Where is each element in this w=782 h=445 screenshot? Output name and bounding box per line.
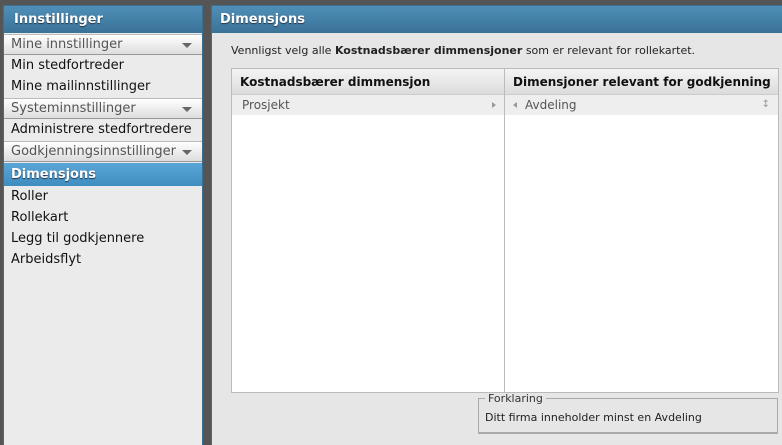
selected-list: Dimensjoner relevant for godkjenning Avd… xyxy=(505,69,778,392)
chevron-down-icon xyxy=(182,150,192,155)
group-label: Systeminnstillinger xyxy=(11,101,136,116)
list-item[interactable]: Avdeling ↕ xyxy=(505,95,778,115)
sidebar-item-roller[interactable]: Roller xyxy=(4,186,202,207)
sidebar-item-arbeidsflyt[interactable]: Arbeidsflyt xyxy=(4,249,202,270)
group-label: Godkjenningsinnstillinger xyxy=(11,144,177,159)
chevron-down-icon xyxy=(182,43,192,48)
sidebar-item-mailinnstillinger[interactable]: Mine mailinnstillinger xyxy=(4,76,202,97)
group-godkjenningsinnstillinger[interactable]: Godkjenningsinnstillinger xyxy=(4,141,202,162)
dimension-picker: Kostnadsbærer dimmensjon Prosjekt Dimens… xyxy=(231,68,779,393)
main-panel: Dimensjons Vennligst velg alle Kostnadsb… xyxy=(211,5,782,445)
sidebar: Innstillinger Mine innstillinger Min ste… xyxy=(3,5,203,445)
sidebar-item-min-stedfortreder[interactable]: Min stedfortreder xyxy=(4,55,202,76)
arrow-right-icon xyxy=(492,102,496,108)
group-systeminnstillinger[interactable]: Systeminnstillinger xyxy=(4,98,202,119)
intro-bold: Kostnadsbærer dimmensjoner xyxy=(334,44,523,57)
intro-text: Vennligst velg alle Kostnadsbærer dimmen… xyxy=(231,44,695,57)
sidebar-item-legg-til-godkjennere[interactable]: Legg til godkjennere xyxy=(4,228,202,249)
list-item[interactable]: Prosjekt xyxy=(232,95,504,115)
legend-box: Forklaring Ditt firma inneholder minst e… xyxy=(478,392,778,434)
legend-title: Forklaring xyxy=(488,392,543,405)
sidebar-title: Innstillinger xyxy=(4,6,202,33)
intro-post: som er relevant for rollekartet. xyxy=(522,44,696,57)
page-title: Dimensjons xyxy=(212,6,782,33)
selected-header: Dimensjoner relevant for godkjenning xyxy=(505,69,778,95)
item-label: Avdeling xyxy=(525,98,577,112)
arrow-left-icon xyxy=(513,102,517,108)
group-label: Mine innstillinger xyxy=(11,37,123,52)
drag-handle-icon[interactable]: ↕ xyxy=(762,95,770,115)
legend-text: Ditt firma inneholder minst en Avdeling xyxy=(485,411,702,424)
item-label: Prosjekt xyxy=(242,98,290,112)
chevron-down-icon xyxy=(182,107,192,112)
sidebar-item-dimensjons[interactable]: Dimensjons xyxy=(4,163,202,186)
available-list: Kostnadsbærer dimmensjon Prosjekt xyxy=(232,69,505,392)
intro-pre: Vennligst velg alle xyxy=(231,44,335,57)
sidebar-item-rollekart[interactable]: Rollekart xyxy=(4,207,202,228)
available-header: Kostnadsbærer dimmensjon xyxy=(232,69,504,95)
group-mine-innstillinger[interactable]: Mine innstillinger xyxy=(4,34,202,55)
sidebar-item-administrere[interactable]: Administrere stedfortredere xyxy=(4,119,202,140)
